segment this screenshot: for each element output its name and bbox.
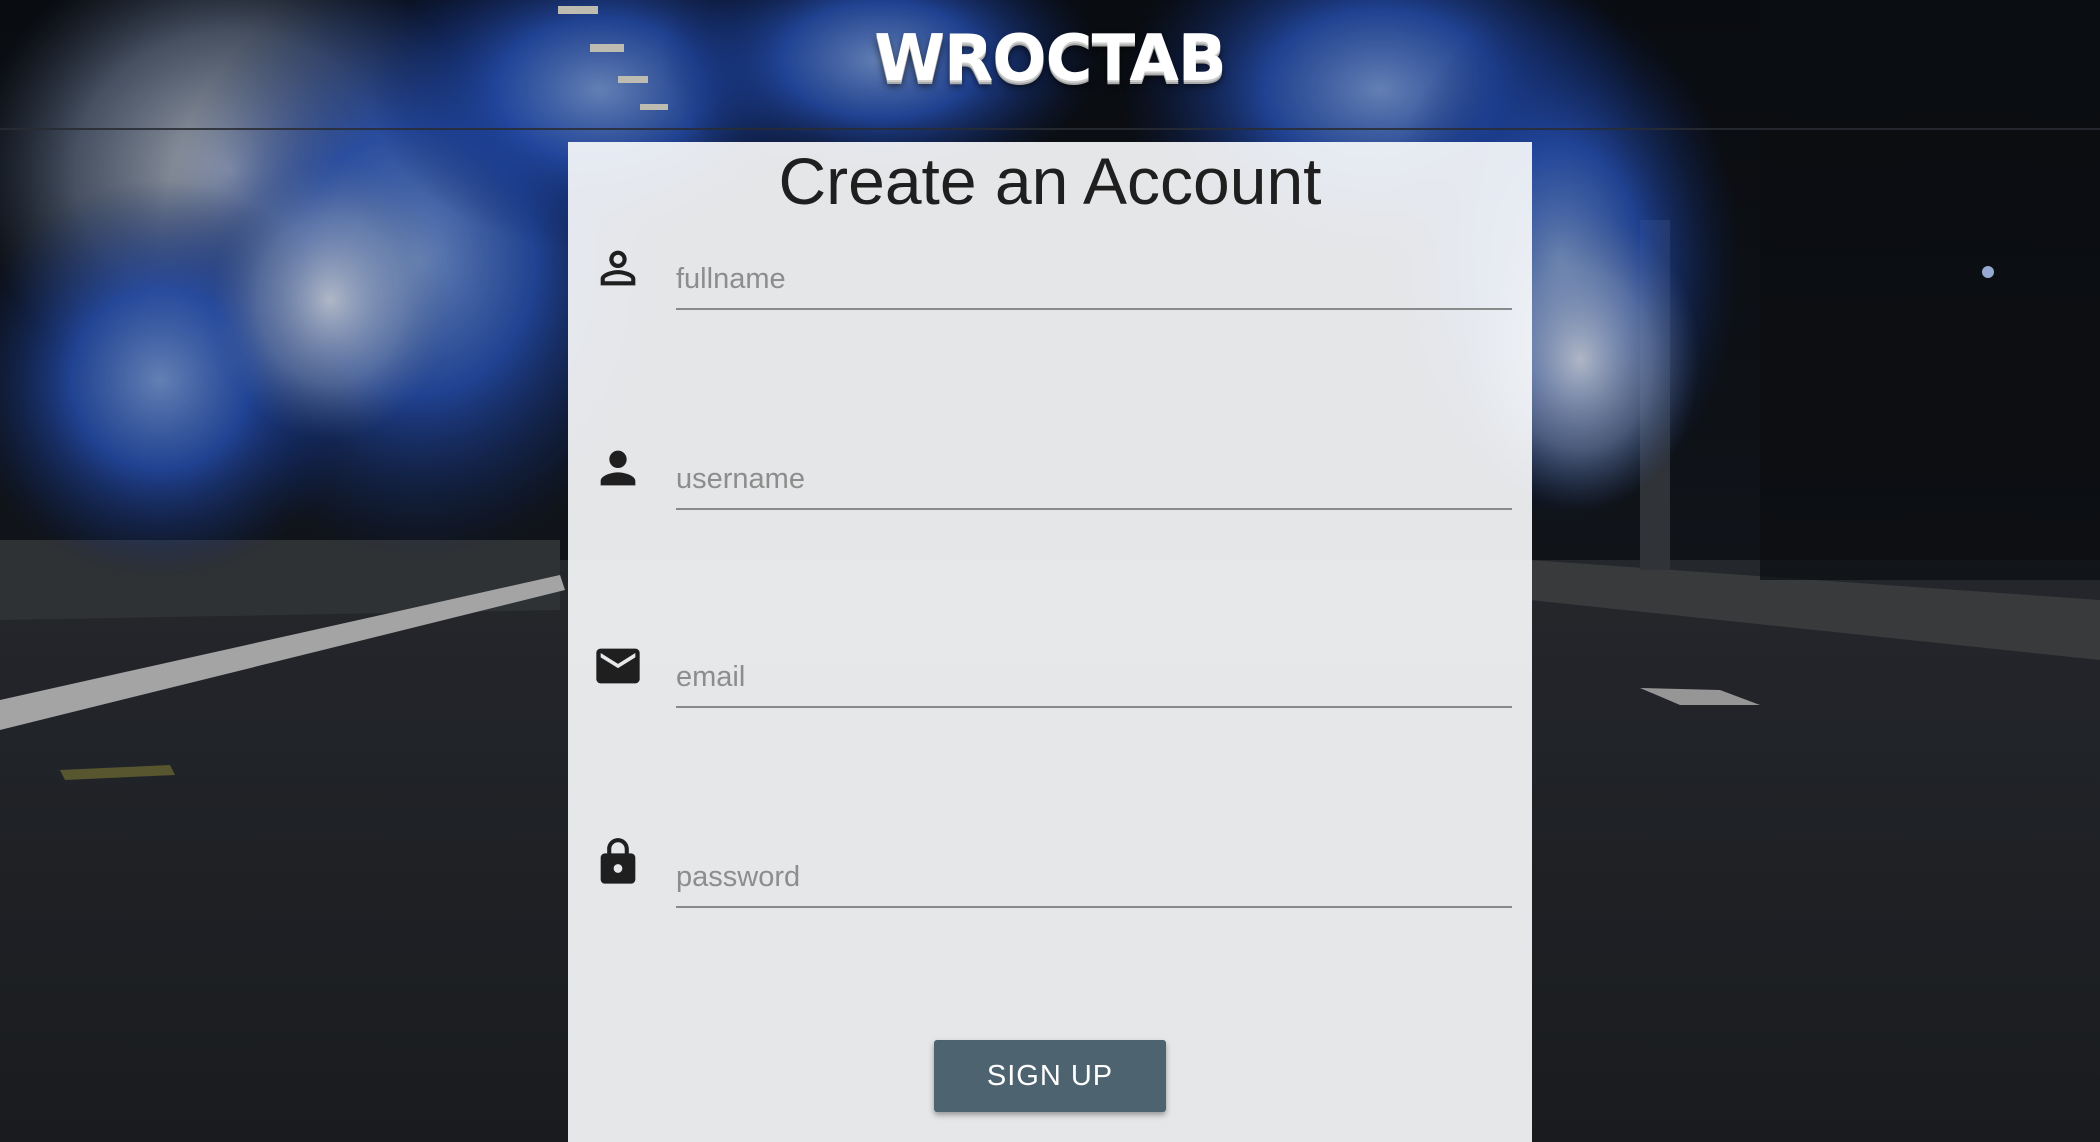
email-row <box>568 636 1532 726</box>
person-outline-icon <box>592 242 644 294</box>
username-input[interactable] <box>676 450 1512 510</box>
brand-logo[interactable]: WROCTAB <box>0 22 2100 96</box>
envelope-icon <box>592 640 644 692</box>
username-row <box>568 438 1532 528</box>
top-bar: WROCTAB <box>0 0 2100 130</box>
page: WROCTAB Create an Account fullname usern… <box>0 0 2100 1142</box>
fullname-row <box>568 238 1532 328</box>
sign-up-button[interactable]: SIGN UP <box>934 1040 1166 1112</box>
lock-icon <box>592 836 644 888</box>
person-icon <box>592 442 644 494</box>
signup-form: Create an Account fullname username emai… <box>568 142 1532 1142</box>
fullname-input[interactable] <box>676 250 1512 310</box>
password-row <box>568 836 1532 926</box>
email-input[interactable] <box>676 648 1512 708</box>
password-input[interactable] <box>676 848 1512 908</box>
form-title: Create an Account <box>778 144 1322 218</box>
